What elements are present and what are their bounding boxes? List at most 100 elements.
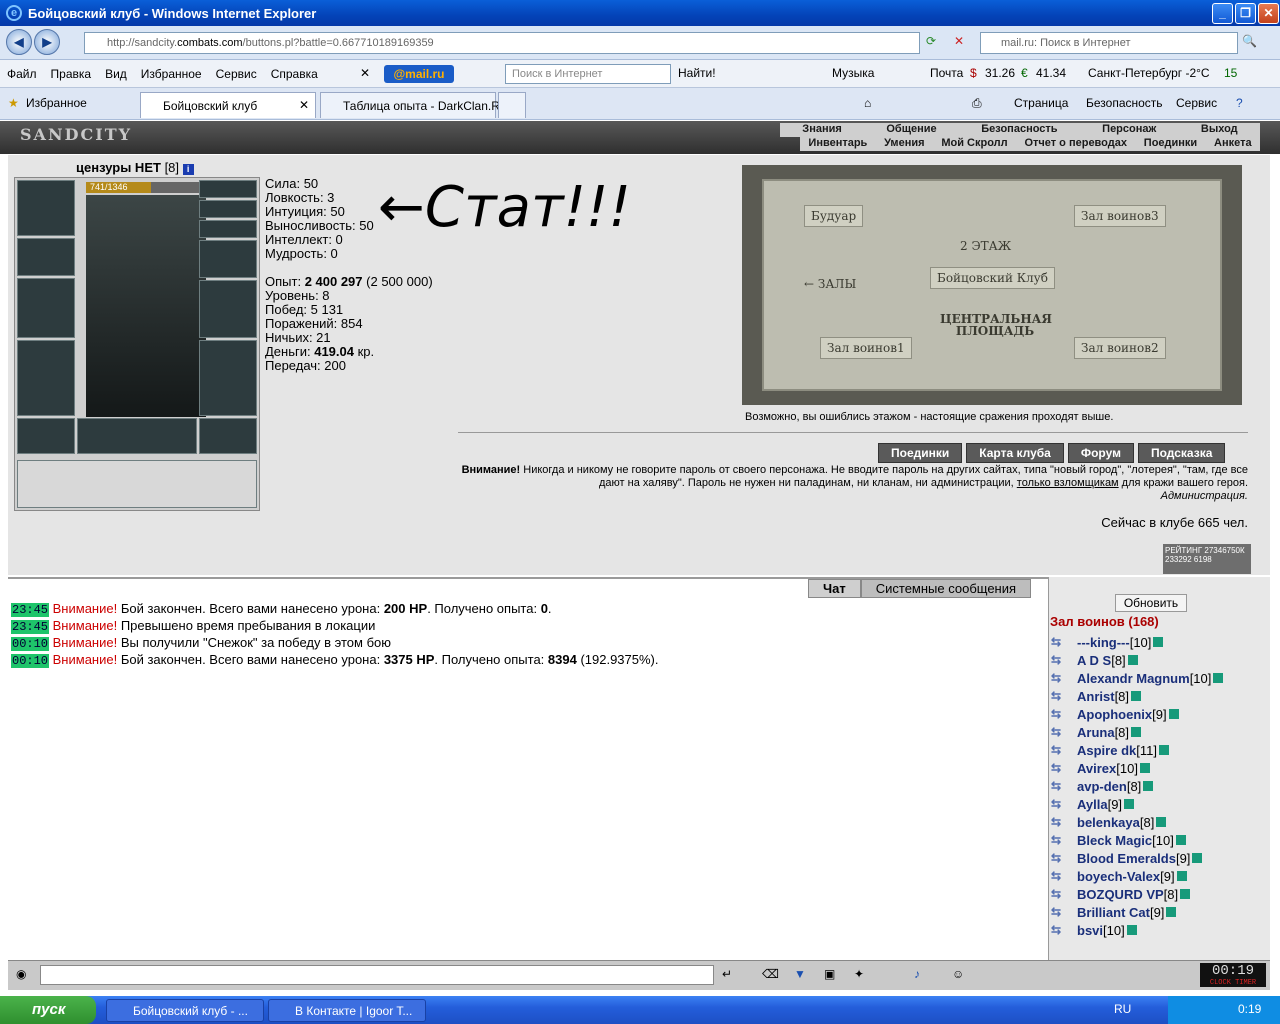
fight-invite-icon[interactable]: ⇆ <box>1051 851 1077 865</box>
fight-invite-icon[interactable]: ⇆ <box>1051 653 1077 667</box>
user-row[interactable]: ⇆ Avirex [10] <box>1051 759 1251 777</box>
address-bar[interactable]: http://sandcity.combats.com/buttons.pl?b… <box>84 32 920 54</box>
info-icon[interactable] <box>1156 817 1167 827</box>
helmet-slot[interactable] <box>17 180 75 236</box>
user-row[interactable]: ⇆ belenkaya [8] <box>1051 813 1251 831</box>
user-row[interactable]: ⇆ Apophoenix [9] <box>1051 705 1251 723</box>
fight-invite-icon[interactable]: ⇆ <box>1051 779 1077 793</box>
back-button[interactable]: ◀ <box>6 29 32 55</box>
info-icon[interactable] <box>1175 835 1186 845</box>
user-row[interactable]: ⇆ boyech-Valex [9] <box>1051 867 1251 885</box>
browser-search-input[interactable]: mail.ru: Поиск в Интернет <box>980 32 1238 54</box>
filter-icon[interactable]: ▼ <box>794 967 806 981</box>
user-name[interactable]: Aylla <box>1077 797 1108 812</box>
forum-button[interactable]: Форум <box>1067 443 1134 463</box>
mail-button[interactable]: Почта <box>930 66 963 80</box>
link-security[interactable]: Безопасность <box>981 123 1057 137</box>
warning-link[interactable]: только взломщикам <box>1017 477 1119 489</box>
user-name[interactable]: A D S <box>1077 653 1111 668</box>
print-icon[interactable]: ⎙ <box>972 96 982 111</box>
smiley-icon[interactable]: ☺ <box>952 967 964 981</box>
start-button[interactable]: пуск <box>0 996 96 1024</box>
belt-slot[interactable] <box>17 418 75 454</box>
fight-invite-icon[interactable]: ⇆ <box>1051 905 1077 919</box>
user-name[interactable]: boyech-Valex <box>1077 869 1160 884</box>
fight-icon[interactable]: ✦ <box>854 967 864 981</box>
tab-system-messages[interactable]: Системные сообщения <box>860 579 1032 598</box>
user-name[interactable]: Bleck Magic <box>1077 833 1152 848</box>
fight-invite-icon[interactable]: ⇆ <box>1051 797 1077 811</box>
fight-invite-icon[interactable]: ⇆ <box>1051 869 1077 883</box>
fight-invite-icon[interactable]: ⇆ <box>1051 707 1077 721</box>
service-menu[interactable]: Сервис <box>1176 96 1217 110</box>
user-row[interactable]: ⇆ bsvi [10] <box>1051 921 1251 939</box>
chat-input[interactable] <box>40 965 714 985</box>
boots-slot[interactable] <box>199 418 257 454</box>
link-character[interactable]: Персонаж <box>1102 123 1156 137</box>
link-skills[interactable]: Умения <box>884 137 924 151</box>
send-icon[interactable]: ↵ <box>722 967 732 981</box>
user-row[interactable]: ⇆ Aspire dk [11] <box>1051 741 1251 759</box>
search-icon[interactable]: 🔍 <box>1242 34 1257 48</box>
link-knowledge[interactable]: Знания <box>802 123 841 137</box>
map-halls[interactable]: ← ЗАЛЫ <box>804 277 856 291</box>
link-duels[interactable]: Поединки <box>1144 137 1197 151</box>
user-name[interactable]: Aspire dk <box>1077 743 1136 758</box>
user-row[interactable]: ⇆ BOZQURD VP [8] <box>1051 885 1251 903</box>
info-icon[interactable] <box>1166 907 1177 917</box>
scroll-slots[interactable] <box>17 460 257 508</box>
user-row[interactable]: ⇆ Alexandr Magnum [10] <box>1051 669 1251 687</box>
gloves-slot[interactable] <box>199 240 257 278</box>
map-square[interactable]: ЦЕНТРАЛЬНАЯ ПЛОЩАДЬ <box>940 313 1052 337</box>
language-indicator[interactable]: RU <box>1114 1002 1131 1016</box>
home-icon[interactable]: ⌂ <box>864 96 871 110</box>
stop-icon[interactable]: ✕ <box>954 34 964 48</box>
info-icon[interactable] <box>1131 727 1142 737</box>
info-icon[interactable] <box>1124 799 1135 809</box>
link-profile[interactable]: Анкета <box>1214 137 1252 151</box>
map-hall2[interactable]: Зал воинов2 <box>1074 337 1166 359</box>
fight-invite-icon[interactable]: ⇆ <box>1051 743 1077 757</box>
map-club[interactable]: Бойцовский Клуб <box>930 267 1055 289</box>
club-map-button[interactable]: Карта клуба <box>966 443 1064 463</box>
weapon-slot[interactable] <box>17 278 75 338</box>
fight-invite-icon[interactable]: ⇆ <box>1051 689 1077 703</box>
new-tab-button[interactable] <box>498 92 526 118</box>
fight-invite-icon[interactable]: ⇆ <box>1051 725 1077 739</box>
find-button[interactable]: Найти! <box>678 66 716 80</box>
close-window-button[interactable]: ✕ <box>1258 3 1279 24</box>
music-button[interactable]: Музыка <box>832 66 874 80</box>
info-icon[interactable] <box>1126 925 1137 935</box>
earrings-slot[interactable] <box>199 180 257 198</box>
user-row[interactable]: ⇆ avp-den [8] <box>1051 777 1251 795</box>
user-name[interactable]: avp-den <box>1077 779 1127 794</box>
rating-counter[interactable]: РЕЙТИНГ 27346750К 233292 6198 <box>1163 544 1251 574</box>
security-menu[interactable]: Безопасность <box>1086 96 1163 110</box>
legs-slot[interactable] <box>199 340 257 416</box>
link-inventory[interactable]: Инвентарь <box>808 137 867 151</box>
chat-mode-icon[interactable]: ◉ <box>16 967 26 981</box>
tab-fight-club[interactable]: Бойцовский клуб ✕ <box>140 92 316 118</box>
user-name[interactable]: Avirex <box>1077 761 1116 776</box>
music-icon[interactable]: ♪ <box>914 967 920 981</box>
user-name[interactable]: BOZQURD VP <box>1077 887 1164 902</box>
user-row[interactable]: ⇆ Bleck Magic [10] <box>1051 831 1251 849</box>
user-row[interactable]: ⇆ Aruna [8] <box>1051 723 1251 741</box>
info-icon[interactable] <box>1168 709 1179 719</box>
menu-view[interactable]: Вид <box>98 67 134 81</box>
hint-button[interactable]: Подсказка <box>1137 443 1226 463</box>
info-icon[interactable]: i <box>182 164 194 175</box>
refresh-button[interactable]: Обновить <box>1115 594 1187 612</box>
save-icon[interactable]: ▣ <box>824 967 835 981</box>
user-row[interactable]: ⇆ Brilliant Cat [9] <box>1051 903 1251 921</box>
map-hall1[interactable]: Зал воинов1 <box>820 337 912 359</box>
fight-invite-icon[interactable]: ⇆ <box>1051 671 1077 685</box>
fight-invite-icon[interactable]: ⇆ <box>1051 923 1077 937</box>
info-icon[interactable] <box>1127 655 1138 665</box>
bracers-slot[interactable] <box>17 238 75 276</box>
tab-exp-table[interactable]: Таблица опыта - DarkClan.Ru <box>320 92 507 118</box>
info-icon[interactable] <box>1180 889 1191 899</box>
help-icon[interactable]: ? <box>1236 96 1243 110</box>
fight-invite-icon[interactable]: ⇆ <box>1051 833 1077 847</box>
menu-help[interactable]: Справка <box>264 67 325 81</box>
